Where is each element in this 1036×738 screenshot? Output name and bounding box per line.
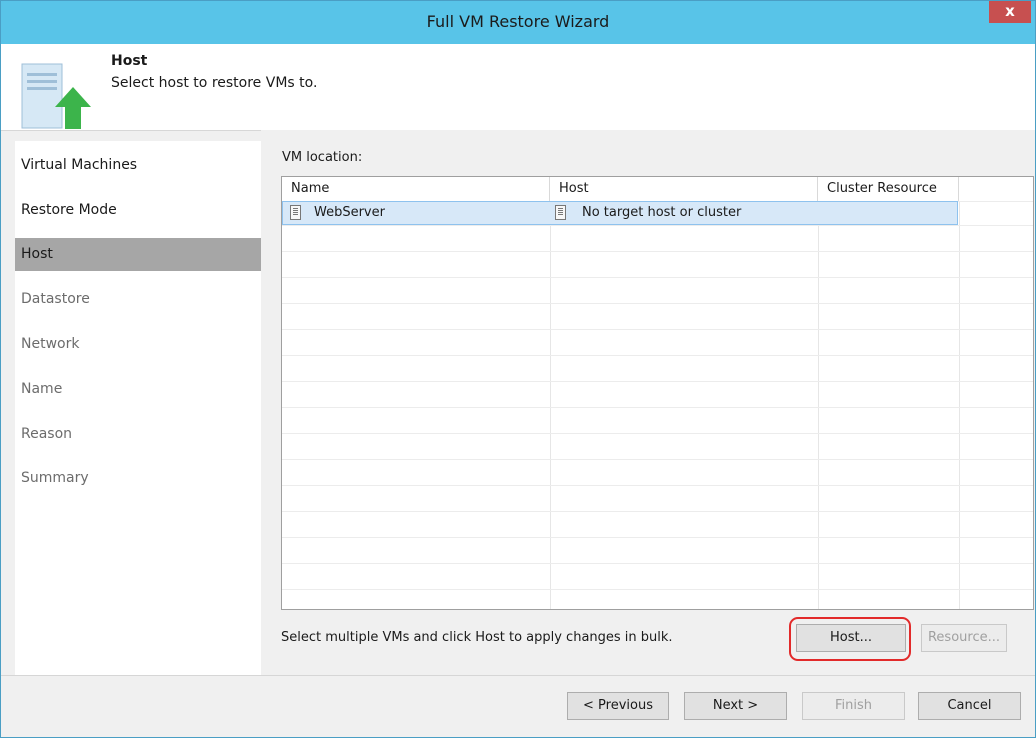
column-header-name[interactable]: Name bbox=[282, 177, 550, 201]
column-header-host[interactable]: Host bbox=[550, 177, 818, 201]
step-restore-mode[interactable]: Restore Mode bbox=[15, 194, 261, 227]
vm-location-label: VM location: bbox=[282, 150, 363, 165]
window-title: Full VM Restore Wizard bbox=[426, 12, 610, 31]
column-header-cluster-resource[interactable]: Cluster Resource bbox=[818, 177, 959, 201]
row-divider bbox=[282, 433, 1033, 434]
row-divider bbox=[282, 589, 1033, 590]
wizard-steps-sidebar: Virtual Machines Restore Mode Host Datas… bbox=[15, 141, 261, 675]
vm-icon bbox=[290, 205, 301, 220]
vm-location-table[interactable]: Name Host Cluster Resource WebServer No … bbox=[281, 176, 1034, 610]
row-divider bbox=[282, 407, 1033, 408]
step-virtual-machines[interactable]: Virtual Machines bbox=[15, 149, 261, 182]
row-divider bbox=[282, 329, 1033, 330]
step-reason: Reason bbox=[21, 426, 73, 442]
column-divider bbox=[550, 201, 551, 609]
column-divider bbox=[959, 201, 960, 609]
wizard-window: Full VM Restore Wizard x Host Select hos… bbox=[0, 0, 1036, 738]
step-host[interactable]: Host bbox=[15, 238, 261, 271]
row-divider bbox=[282, 277, 1033, 278]
bulk-hint-text: Select multiple VMs and click Host to ap… bbox=[281, 630, 673, 645]
step-network: Network bbox=[21, 336, 80, 352]
row-divider bbox=[282, 563, 1033, 564]
step-description: Select host to restore VMs to. bbox=[111, 75, 318, 91]
row-divider bbox=[282, 355, 1033, 356]
step-name: Name bbox=[21, 381, 63, 397]
previous-button[interactable]: < Previous bbox=[567, 692, 669, 720]
row-divider bbox=[282, 459, 1033, 460]
wizard-header: Host Select host to restore VMs to. bbox=[1, 44, 1035, 131]
title-bar[interactable]: Full VM Restore Wizard x bbox=[1, 1, 1035, 44]
column-divider bbox=[818, 201, 819, 609]
resource-button[interactable]: Resource... bbox=[921, 624, 1007, 652]
step-datastore: Datastore bbox=[21, 291, 90, 307]
row-divider bbox=[282, 511, 1033, 512]
cancel-button[interactable]: Cancel bbox=[918, 692, 1021, 720]
cell-vm-name: WebServer bbox=[314, 205, 385, 220]
row-divider bbox=[282, 537, 1033, 538]
row-divider bbox=[282, 251, 1033, 252]
main-panel: VM location: Name Host Cluster Resource bbox=[261, 130, 1035, 675]
finish-button[interactable]: Finish bbox=[802, 692, 905, 720]
restore-host-icon bbox=[21, 63, 91, 129]
step-title: Host bbox=[111, 53, 148, 69]
close-button[interactable]: x bbox=[989, 1, 1031, 23]
step-summary: Summary bbox=[21, 470, 89, 486]
cell-host: No target host or cluster bbox=[582, 205, 742, 220]
row-divider bbox=[282, 381, 1033, 382]
host-icon bbox=[555, 205, 566, 220]
row-divider bbox=[282, 225, 1033, 226]
row-divider bbox=[282, 485, 1033, 486]
row-divider bbox=[282, 303, 1033, 304]
wizard-footer: < Previous Next > Finish Cancel bbox=[1, 675, 1035, 737]
host-button[interactable]: Host... bbox=[796, 624, 906, 652]
next-button[interactable]: Next > bbox=[684, 692, 787, 720]
